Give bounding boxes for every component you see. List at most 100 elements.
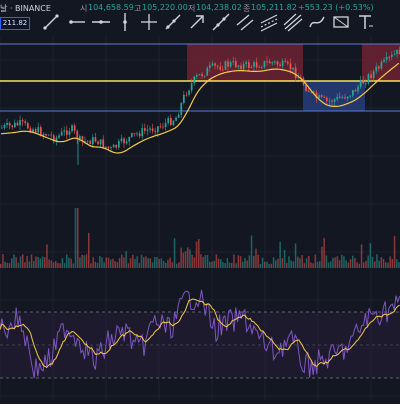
candle-body[interactable] <box>79 136 81 140</box>
candle-body[interactable] <box>393 54 396 55</box>
candle-body[interactable] <box>354 90 357 92</box>
candle-body[interactable] <box>245 62 248 64</box>
candle-body[interactable] <box>1 127 3 129</box>
candle-body[interactable] <box>341 97 344 98</box>
candle-body[interactable] <box>131 133 133 137</box>
candle-body[interactable] <box>183 94 185 103</box>
candle-body[interactable] <box>146 129 149 131</box>
candle-body[interactable] <box>263 60 266 68</box>
candle-body[interactable] <box>45 133 47 136</box>
candle-body[interactable] <box>292 67 294 70</box>
candle-body[interactable] <box>219 66 222 70</box>
candle-body[interactable] <box>172 120 175 126</box>
candle-body[interactable] <box>157 126 159 133</box>
candle-body[interactable] <box>190 83 193 91</box>
candle-body[interactable] <box>396 49 398 55</box>
volume-histogram[interactable] <box>0 208 400 268</box>
trendline-tool-icon[interactable] <box>40 11 62 33</box>
candle-body[interactable] <box>180 102 183 115</box>
ray-tool-icon[interactable] <box>162 11 184 33</box>
candle-body[interactable] <box>193 76 196 84</box>
candle-body[interactable] <box>167 118 170 123</box>
candle-body[interactable] <box>16 122 19 126</box>
candle-body[interactable] <box>248 62 250 68</box>
candle-body[interactable] <box>214 63 216 66</box>
candle-body[interactable] <box>24 121 27 123</box>
candle-body[interactable] <box>372 71 375 79</box>
candle-body[interactable] <box>8 122 11 126</box>
chart-area[interactable]: 날 · BINANCE 시 104,658.59 고 105,220.00 저 … <box>0 0 400 400</box>
candle-body[interactable] <box>359 79 362 87</box>
arrow-tool-icon[interactable] <box>186 11 208 33</box>
candle-body[interactable] <box>344 97 346 99</box>
candle-body[interactable] <box>58 135 60 138</box>
candle-body[interactable] <box>63 130 66 132</box>
horizontal-line-tool-icon[interactable] <box>90 11 112 33</box>
candle-body[interactable] <box>73 125 76 131</box>
candle-body[interactable] <box>164 122 167 128</box>
candle-body[interactable] <box>385 56 388 60</box>
candle-body[interactable] <box>89 140 92 145</box>
candle-body[interactable] <box>185 94 188 96</box>
candle-body[interactable] <box>151 128 154 132</box>
candle-body[interactable] <box>144 128 146 131</box>
candle-body[interactable] <box>349 95 352 97</box>
candle-body[interactable] <box>352 90 354 96</box>
candle-body[interactable] <box>253 62 255 67</box>
candle-body[interactable] <box>188 90 190 95</box>
candle-body[interactable] <box>37 127 40 133</box>
candle-body[interactable] <box>206 67 209 76</box>
candle-body[interactable] <box>237 65 240 68</box>
candle-body[interactable] <box>281 61 284 67</box>
candle-body[interactable] <box>323 96 326 98</box>
candle-body[interactable] <box>40 127 42 136</box>
candle-body[interactable] <box>333 99 336 102</box>
candle-body[interactable] <box>198 74 201 76</box>
vertical-line-tool-icon[interactable] <box>114 11 136 33</box>
candle-body[interactable] <box>380 61 383 69</box>
candle-body[interactable] <box>47 134 50 136</box>
candle-body[interactable] <box>258 67 261 68</box>
candle-body[interactable] <box>102 139 105 148</box>
candle-body[interactable] <box>294 67 297 79</box>
candle-body[interactable] <box>375 66 378 72</box>
pitchfork-tool-icon[interactable] <box>282 11 304 33</box>
brush-tool-icon[interactable] <box>306 11 328 33</box>
candle-body[interactable] <box>284 61 287 62</box>
candle-body[interactable] <box>149 128 151 130</box>
candle-body[interactable] <box>307 90 310 93</box>
candle-body[interactable] <box>34 129 37 133</box>
candle-body[interactable] <box>383 59 385 62</box>
candle-body[interactable] <box>240 65 242 70</box>
candle-body[interactable] <box>201 74 203 77</box>
rectangle-tool-icon[interactable] <box>330 11 352 33</box>
candle-body[interactable] <box>318 95 320 98</box>
candle-body[interactable] <box>274 61 276 63</box>
candle-body[interactable] <box>211 63 214 66</box>
candle-body[interactable] <box>141 128 144 137</box>
candle-body[interactable] <box>68 131 71 135</box>
candle-body[interactable] <box>133 133 136 134</box>
extended-line-tool-icon[interactable] <box>210 11 232 33</box>
candle-body[interactable] <box>94 137 97 142</box>
candle-body[interactable] <box>177 114 180 118</box>
candle-body[interactable] <box>118 141 120 148</box>
candle-body[interactable] <box>92 137 94 145</box>
candle-body[interactable] <box>66 130 68 135</box>
parallel-channel-tool-icon[interactable] <box>234 11 256 33</box>
candle-body[interactable] <box>112 144 115 148</box>
candle-body[interactable] <box>154 131 157 133</box>
candle-body[interactable] <box>27 122 29 129</box>
candle-body[interactable] <box>328 100 331 102</box>
candle-body[interactable] <box>224 61 227 70</box>
candle-body[interactable] <box>346 96 349 99</box>
candle-body[interactable] <box>378 66 380 69</box>
candle-body[interactable] <box>21 120 24 122</box>
candle-body[interactable] <box>6 122 8 125</box>
candle-body[interactable] <box>255 62 258 68</box>
candle-body[interactable] <box>209 65 211 68</box>
candle-body[interactable] <box>227 61 229 67</box>
candle-body[interactable] <box>14 122 16 128</box>
candle-body[interactable] <box>271 62 274 64</box>
candle-body[interactable] <box>203 75 206 77</box>
